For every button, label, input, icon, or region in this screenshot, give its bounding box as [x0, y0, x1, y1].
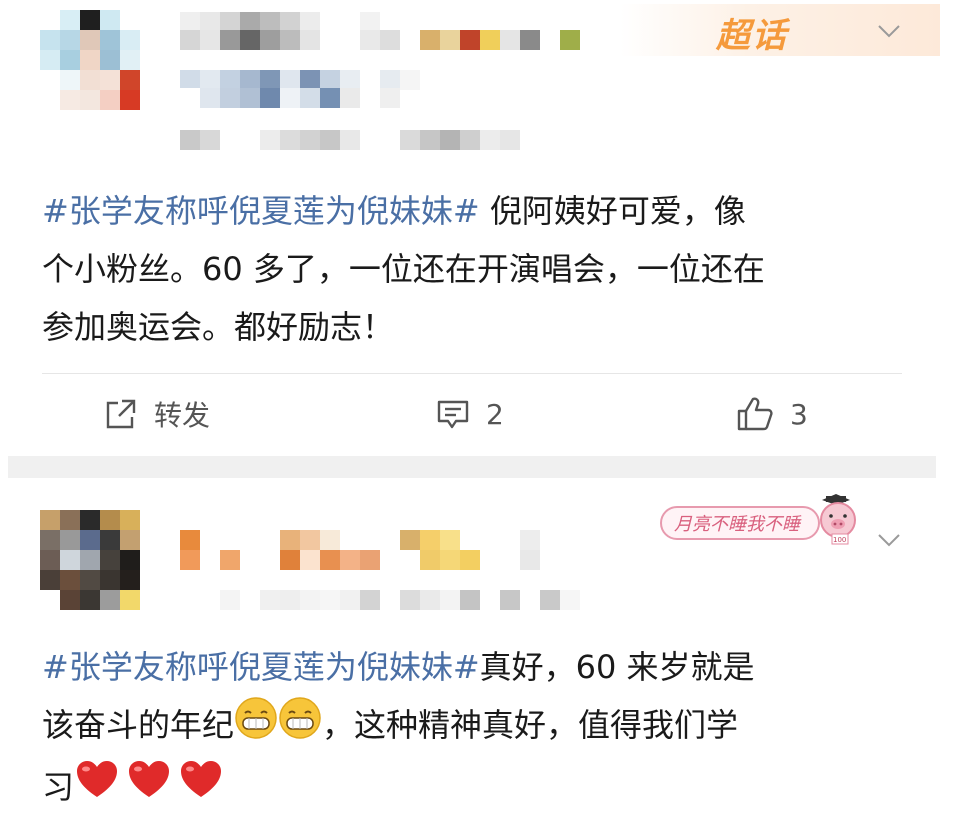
fan-badge-label: 月亮不睡我不睡 [674, 514, 800, 535]
avatar[interactable] [40, 510, 140, 610]
grin-emoji-icon [278, 696, 322, 758]
post-card-1: 超话 #张学友称呼倪夏莲为倪妹妹# 倪阿姨好可爱，像 个小粉丝。60 多了，一位… [0, 0, 964, 452]
content-text: 个小粉丝。60 多了，一位还在开演唱会，一位还在 [42, 250, 765, 288]
username-blurred-2 [180, 30, 580, 50]
repost-button[interactable]: 转发 [104, 388, 210, 440]
content-text: ，这种精神真好，值得我们学 [322, 706, 739, 744]
timestamp-blurred [180, 590, 580, 610]
heart-emoji-icon [74, 759, 120, 814]
username-blurred[interactable] [180, 12, 380, 32]
like-icon [737, 397, 773, 431]
chevron-down-icon[interactable] [876, 18, 902, 44]
content-text: 习 [42, 768, 75, 806]
hashtag-link[interactable]: #张学友称呼倪夏莲为倪妹妹# [42, 648, 480, 686]
user-meta-blurred-2 [180, 88, 400, 108]
content-text: 倪阿姨好可爱，像 [479, 192, 746, 230]
repost-label: 转发 [154, 399, 211, 432]
hashtag-link[interactable]: #张学友称呼倪夏莲为倪妹妹# [42, 192, 480, 230]
fan-badge[interactable]: 月亮不睡我不睡 100 [656, 494, 868, 548]
comment-icon [437, 400, 469, 429]
post-content: #张学友称呼倪夏莲为倪妹妹#真好，60 来岁就是 该奋斗的年纪 ，这种精神真好，值… [42, 638, 912, 814]
comment-count: 2 [486, 397, 504, 431]
username-blurred-2 [180, 550, 540, 570]
username-blurred[interactable] [180, 530, 540, 550]
like-count: 3 [790, 397, 808, 431]
repost-icon [106, 399, 136, 429]
heart-emoji-icon [178, 759, 224, 814]
super-topic-label: 超话 [716, 16, 788, 56]
heart-emoji-icon [126, 759, 172, 814]
feed-separator [8, 456, 936, 478]
content-text: 真好，60 来岁就是 [479, 648, 755, 686]
chevron-down-icon[interactable] [876, 527, 902, 553]
like-button[interactable]: 3 [736, 388, 808, 440]
user-meta-blurred [180, 70, 420, 90]
pig-mascot-icon: 100 [820, 494, 856, 545]
avatar[interactable] [40, 10, 140, 110]
content-text: 该奋斗的年纪 [42, 706, 235, 744]
svg-text:100: 100 [833, 536, 846, 544]
comment-button[interactable]: 2 [436, 388, 504, 440]
grin-emoji-icon [234, 696, 278, 758]
timestamp-blurred [180, 130, 520, 150]
post-content: #张学友称呼倪夏莲为倪妹妹# 倪阿姨好可爱，像 个小粉丝。60 多了，一位还在开… [42, 182, 912, 356]
divider [42, 373, 902, 374]
content-text: 参加奥运会。都好励志！ [42, 308, 395, 346]
